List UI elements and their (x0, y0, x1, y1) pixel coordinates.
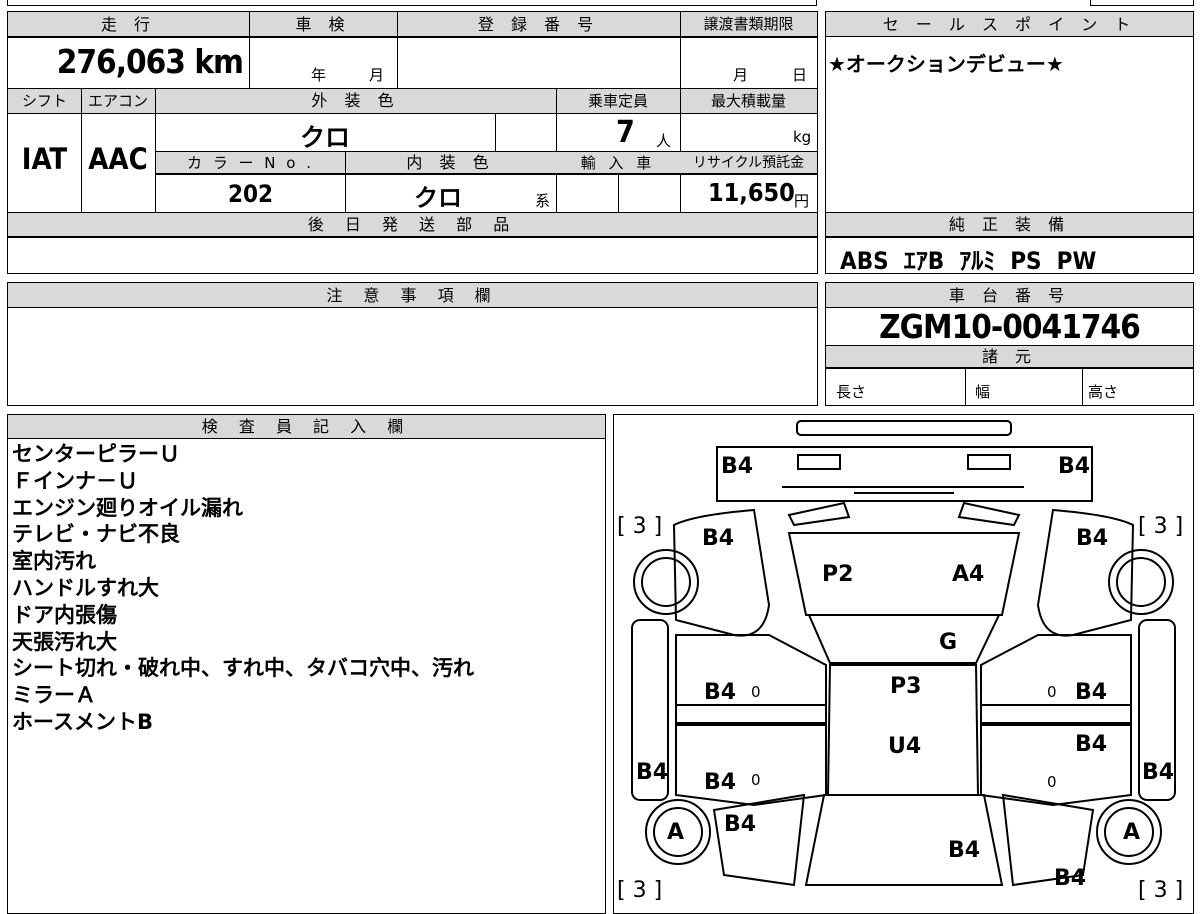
shift-header: シフト (21, 92, 67, 110)
label-quarter-r: B4 (1054, 866, 1086, 891)
inspector-header: 検 査 員 記 入 欄 (8, 415, 605, 439)
label-wheel-rl: A (667, 820, 684, 845)
inspector-line: ミラーＡ (12, 683, 96, 708)
capacity-unit: 人 (656, 132, 672, 150)
equipment-items: ABS ｴｱB ｱﾙﾐ PS PW (840, 247, 1097, 275)
inspector-line: センターピラーＵ (12, 442, 180, 466)
chassis-header: 車 台 番 号 (826, 283, 1193, 308)
interior-color-suffix: 系 (535, 192, 551, 210)
inspector-lines: センターピラーＵ Ｆインナ－Ｕ エンジン廻りオイル漏れ テレビ・ナビ不良 室内汚… (12, 441, 474, 736)
top-strip-right (1090, 0, 1194, 6)
bracket-fl: [ 3 ] (617, 514, 662, 539)
interior-color-header: 内 装 色 (406, 153, 495, 172)
recycle-fee-unit: 円 (794, 192, 810, 210)
inspector-line: テレビ・ナビ不良 (12, 522, 180, 547)
import-header: 輸 入 車 (580, 154, 656, 172)
later-parts-header: 後 日 発 送 部 品 (307, 215, 518, 234)
label-zero-3: 0 (751, 771, 761, 789)
max-load-unit: kg (793, 128, 812, 146)
capacity-value: 7 (616, 115, 635, 150)
label-door-rl: B4 (704, 770, 736, 795)
label-door-rr: B4 (1075, 732, 1107, 757)
inspection-header: 車 検 (295, 15, 351, 34)
label-wheel-rr: A (1123, 820, 1140, 845)
label-hood-r: A4 (952, 562, 984, 587)
aircon-header: エアコン (87, 92, 148, 110)
color-no-value: 202 (227, 180, 274, 208)
label-trunk: B4 (948, 838, 980, 863)
damage-labels: B4 B4 [ 3 ] [ 3 ] B4 B4 P2 A4 G B4 0 0 B… (617, 454, 1183, 901)
spec-length: 長さ (836, 383, 867, 401)
label-top-right: B4 (1058, 454, 1090, 479)
inspection-month: 月 (369, 66, 385, 84)
inspector-line: ドア内張傷 (12, 602, 117, 627)
notes-box: 注 意 事 項 欄 (7, 282, 818, 406)
mileage-header: 走 行 (100, 15, 157, 34)
label-top-left: B4 (721, 454, 753, 479)
mileage-value: 276,063 km (56, 42, 244, 81)
inspector-line: エンジン廻りオイル漏れ (12, 495, 243, 520)
notes-header: 注 意 事 項 欄 (8, 283, 817, 308)
label-zero-1: 0 (751, 683, 761, 701)
label-hood-l: P2 (822, 562, 853, 587)
transfer-day: 日 (792, 66, 808, 84)
exterior-color-header: 外 装 色 (311, 91, 400, 110)
recycle-fee-value: 11,650 (708, 178, 795, 207)
info-table: 走 行 車 検 登 録 番 号 譲渡書類期限 276,063 km 年 月 月 … (7, 11, 818, 274)
exterior-color-value: クロ (299, 123, 350, 152)
label-roof-f: P3 (890, 674, 921, 699)
label-rocker-l: B4 (636, 760, 668, 785)
specs-header: 諸 元 (826, 346, 1193, 368)
interior-color-value: クロ (414, 184, 462, 212)
bracket-rl: [ 3 ] (617, 878, 662, 901)
top-strip (7, 0, 817, 6)
label-fender-fl: B4 (702, 526, 734, 551)
spec-width: 幅 (975, 383, 991, 401)
inspection-year: 年 (311, 66, 327, 84)
capacity-header: 乗車定員 (587, 92, 648, 110)
label-fender-fr: B4 (1076, 526, 1108, 551)
label-door-fl: B4 (704, 680, 736, 705)
spec-height: 高さ (1088, 383, 1119, 401)
sales-point-header: セ ー ル ス ポ イ ン ト (826, 12, 1193, 37)
sales-point-text: ★オークションデビュー★ (828, 52, 1064, 76)
inspector-line: シート切れ・破れ中、すれ中、タバコ穴中、汚れ (12, 656, 474, 681)
max-load-header: 最大積載量 (710, 92, 786, 110)
inspector-line: 天張汚れ大 (12, 629, 117, 654)
label-zero-4: 0 (1047, 773, 1057, 791)
recycle-fee-header: リサイクル預託金 (692, 155, 805, 171)
sales-point-box: セ ー ル ス ポ イ ン ト ★オークションデビュー★ 純 正 装 備 ABS… (825, 11, 1194, 275)
chassis-number: ZGM10-0041746 (879, 307, 1141, 346)
inspector-line: ハンドルすれ大 (12, 575, 159, 600)
bracket-fr: [ 3 ] (1138, 514, 1183, 539)
label-roof-r: U4 (888, 734, 921, 759)
label-door-fr: B4 (1075, 680, 1107, 705)
label-quarter-l: B4 (724, 812, 756, 837)
label-zero-2: 0 (1047, 683, 1057, 701)
label-rocker-r: B4 (1142, 760, 1174, 785)
equipment-header: 純 正 装 備 (826, 213, 1193, 237)
inspector-box: 検 査 員 記 入 欄 センターピラーＵ Ｆインナ－Ｕ エンジン廻りオイル漏れ … (7, 414, 606, 914)
inspector-line: Ｆインナ－Ｕ (12, 468, 138, 493)
damage-diagram: B4 B4 [ 3 ] [ 3 ] B4 B4 P2 A4 G B4 0 0 B… (613, 414, 1194, 914)
registration-header: 登 録 番 号 (477, 15, 600, 34)
inspector-line: ホースメントB (12, 709, 153, 734)
bracket-rr: [ 3 ] (1138, 878, 1183, 901)
aircon-value: AAC (88, 142, 148, 176)
color-no-header: カ ラ ー N o . (186, 154, 314, 172)
chassis-box: 車 台 番 号 ZGM10-0041746 諸 元 長さ 幅 高さ (825, 282, 1194, 406)
transfer-deadline-header: 譲渡書類期限 (703, 15, 794, 33)
label-windshield: G (939, 630, 957, 655)
inspector-line: 室内汚れ (12, 549, 96, 574)
transfer-month: 月 (733, 66, 749, 84)
shift-value: IAT (21, 142, 68, 176)
